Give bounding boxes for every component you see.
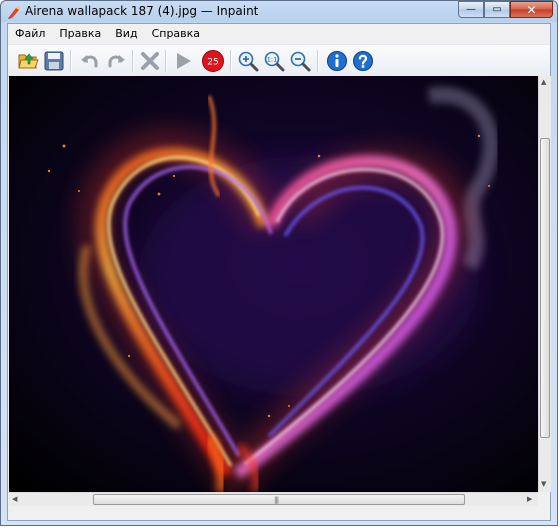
toolbar-separator — [165, 50, 167, 72]
scroll-up-arrow-icon[interactable]: ▲ — [541, 78, 546, 86]
maximize-button[interactable]: ▭ — [484, 1, 510, 18]
red-badge-icon: 25 — [202, 50, 224, 72]
vertical-scrollbar[interactable]: ▲ ▼ — [538, 76, 551, 492]
scrollbar-corner — [538, 492, 550, 506]
open-button[interactable] — [16, 49, 40, 73]
floppy-disk-icon — [44, 51, 64, 71]
undo-button[interactable] — [78, 49, 102, 73]
about-button[interactable] — [325, 49, 349, 73]
toolbar-separator — [230, 50, 232, 72]
minimize-button[interactable]: — — [458, 1, 484, 18]
badge-count: 25 — [207, 58, 218, 68]
scroll-down-arrow-icon[interactable]: ▼ — [541, 480, 546, 488]
status-bar — [8, 506, 550, 520]
zoom-in-icon — [238, 51, 259, 72]
run-inpaint-button[interactable] — [171, 49, 195, 73]
menu-bar: Файл Правка Вид Справка — [8, 24, 550, 44]
x-icon — [141, 52, 159, 70]
save-button[interactable] — [42, 49, 66, 73]
toolbar-separator — [317, 50, 319, 72]
play-icon — [177, 53, 191, 69]
menu-edit[interactable]: Правка — [52, 24, 108, 44]
redo-button[interactable] — [104, 49, 128, 73]
undo-icon — [81, 55, 98, 68]
client-area: Файл Правка Вид Справка 25 1:1 ▲ ▼ ◀ |||… — [7, 23, 551, 521]
toolbar-separator — [70, 50, 72, 72]
zoom-actual-size-button[interactable]: 1:1 — [262, 49, 286, 73]
erase-selection-button[interactable] — [138, 49, 162, 73]
window-title: Airena wallapack 187 (4).jpg — Inpaint — [25, 4, 259, 18]
scroll-grip: ||| — [274, 496, 279, 504]
close-button[interactable]: ✕ — [510, 1, 553, 18]
window-controls: — ▭ ✕ — [458, 1, 553, 19]
redo-icon — [108, 55, 125, 68]
app-window: Airena wallapack 187 (4).jpg — Inpaint —… — [0, 0, 558, 526]
zoom-out-button[interactable] — [288, 49, 312, 73]
zoom-out-icon — [290, 51, 311, 72]
scroll-left-arrow-icon[interactable]: ◀ — [12, 495, 17, 503]
heart-image — [9, 76, 538, 492]
zoom-in-button[interactable] — [236, 49, 260, 73]
open-folder-icon — [18, 53, 39, 69]
menu-view[interactable]: Вид — [108, 24, 144, 44]
zoom-actual-icon: 1:1 — [264, 51, 285, 72]
menu-file[interactable]: Файл — [8, 24, 52, 44]
image-canvas[interactable] — [9, 76, 538, 492]
vertical-scroll-thumb[interactable] — [540, 138, 550, 438]
title-bar[interactable]: Airena wallapack 187 (4).jpg — Inpaint —… — [1, 1, 557, 23]
toolbar-separator — [132, 50, 134, 72]
threshold-button[interactable]: 25 — [201, 49, 225, 73]
info-icon — [327, 51, 347, 71]
menu-help[interactable]: Справка — [145, 24, 207, 44]
zoom-actual-label: 1:1 — [267, 56, 277, 64]
horizontal-scrollbar[interactable]: ◀ ||| ▶ — [9, 492, 538, 507]
horizontal-scroll-thumb[interactable]: ||| — [93, 494, 465, 505]
toolbar: 25 1:1 — [8, 44, 550, 77]
scroll-right-arrow-icon[interactable]: ▶ — [527, 495, 532, 503]
inpaint-app-icon — [8, 6, 20, 19]
help-question-icon — [353, 51, 373, 71]
help-button[interactable] — [351, 49, 375, 73]
